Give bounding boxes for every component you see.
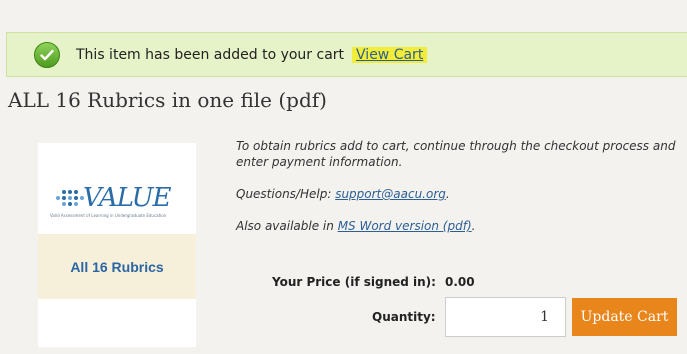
value-logo: VALUE Valid Assessment of Learning in Un…	[38, 179, 196, 234]
page-title: ALL 16 Rubrics in one file (pdf)	[8, 88, 327, 112]
help-line: Questions/Help: support@aacu.org.	[236, 187, 450, 201]
product-banner: All 16 Rubrics	[38, 234, 196, 299]
cart-added-notice: This item has been added to your cart Vi…	[6, 32, 687, 77]
logo-tagline: Valid Assessment of Learning in Undergra…	[50, 213, 167, 218]
checkmark-icon	[34, 41, 60, 68]
quantity-label: Quantity:	[372, 310, 436, 324]
update-cart-button[interactable]: Update Cart	[572, 298, 677, 336]
notice-message: This item has been added to your cart	[76, 46, 345, 63]
view-cart-link[interactable]: View Cart	[352, 46, 428, 63]
quantity-input[interactable]	[445, 297, 566, 337]
support-email-link[interactable]: support@aacu.org	[335, 187, 446, 201]
alternate-format-line: Also available in MS Word version (pdf).	[236, 219, 476, 233]
ms-word-version-link[interactable]: MS Word version (pdf)	[338, 219, 472, 233]
price-value: 0.00	[445, 275, 475, 289]
product-image: VALUE Valid Assessment of Learning in Un…	[38, 143, 196, 347]
product-description: To obtain rubrics add to cart, continue …	[236, 138, 687, 250]
description-text: To obtain rubrics add to cart, continue …	[236, 139, 676, 169]
banner-text: All 16 Rubrics	[70, 258, 164, 275]
dots-logo-icon	[56, 190, 84, 206]
logo-word: VALUE	[83, 183, 172, 213]
price-label: Your Price (if signed in):	[272, 275, 436, 289]
